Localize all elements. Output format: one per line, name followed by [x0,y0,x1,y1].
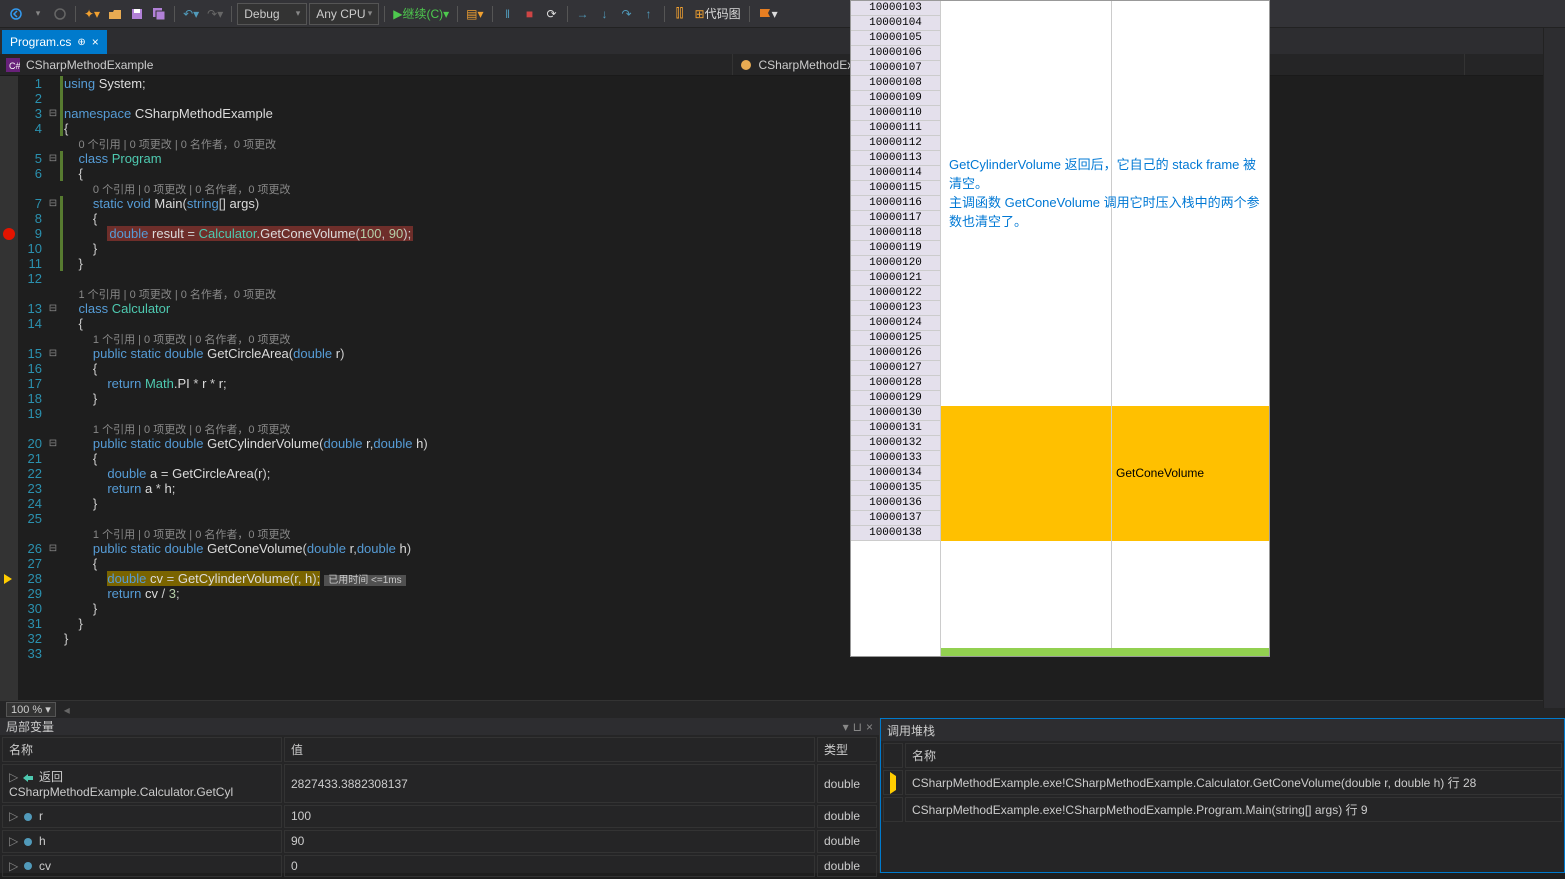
open-icon[interactable] [105,3,125,25]
var-icon [21,771,35,785]
locals-close-icon[interactable]: × [866,720,873,734]
locals-row[interactable]: ▷r100double [2,805,877,828]
locals-dropdown-icon[interactable]: ▾ [843,720,849,734]
memory-addresses: 1000010310000104100001051000010610000107… [851,1,941,656]
save-all-icon[interactable] [149,3,169,25]
step-over-icon[interactable]: ↷ [617,3,637,25]
save-icon[interactable] [127,3,147,25]
stop-icon[interactable]: ■ [520,3,540,25]
fold-gutter[interactable]: ⊟⊟⊟⊟⊟⊟⊟ [46,76,60,700]
col-type[interactable]: 类型 [817,737,877,762]
step-out-icon[interactable]: ↑ [639,3,659,25]
current-frame-icon [890,772,896,794]
var-icon [21,859,35,873]
platform-select[interactable]: Any CPU [309,3,379,25]
restart-icon[interactable]: ⟳ [542,3,562,25]
nav-back-icon[interactable] [6,3,26,25]
nav-scope-label: CSharpMethodExample [26,58,153,72]
var-icon [21,810,35,824]
show-next-icon[interactable]: → [573,3,593,25]
breakpoint-gutter[interactable] [0,76,18,700]
cs-col-name[interactable]: 名称 [905,743,1562,768]
locals-title: 局部变量 [6,718,54,735]
config-select[interactable]: Debug [237,3,307,25]
callstack-panel: 调用堆栈 名称 CSharpMethodExample.exe!CSharpMe… [880,718,1565,873]
flag-icon[interactable]: ▾ [755,3,781,25]
nav-dropdown-icon[interactable]: ▾ [28,3,48,25]
callstack-header: 调用堆栈 [881,719,1564,741]
new-item-icon[interactable]: ✦▾ [81,3,103,25]
callstack-title: 调用堆栈 [887,722,935,739]
memory-overlay: 1000010310000104100001051000010610000107… [850,0,1270,657]
redo-icon[interactable]: ↷▾ [204,3,226,25]
col-name[interactable]: 名称 [2,737,282,762]
csharp-icon: C# [6,58,20,72]
svg-text:C#: C# [9,61,20,71]
continue-button[interactable]: ▶ 继续(C) ▾ [390,3,452,25]
locals-row[interactable]: ▷h90double [2,830,877,853]
stack-icon[interactable]: ⫿⫿ [670,3,690,25]
right-sidebar[interactable] [1543,28,1565,708]
code-editor[interactable]: 1234567891011121314151617181920212223242… [0,76,1565,700]
locals-row[interactable]: ▷cv0double [2,855,877,878]
nav-bar: C# CSharpMethodExample CSharpMethodExamp… [0,54,1565,76]
file-tabs: Program.cs ⊕ × [0,28,1565,54]
zoom-bar: 100 % ▾ ◂ [0,700,1565,718]
code-area[interactable]: using System;namespace CSharpMethodExamp… [60,76,1565,700]
nav-scope[interactable]: C# CSharpMethodExample [0,54,733,75]
memory-annotation: GetCylinderVolume 返回后，它自己的 stack frame 被… [945,151,1265,235]
memory-content: GetConeVolume GetCylinderVolume 返回后，它自己的 … [941,1,1269,656]
var-icon [21,835,35,849]
undo-icon[interactable]: ↶▾ [180,3,202,25]
locals-panel: 局部变量 ▾ ⊔ × 名称 值 类型 ▷返回 CSharpMethodExample… [0,718,879,873]
step-into-icon[interactable]: ↓ [595,3,615,25]
file-tab[interactable]: Program.cs ⊕ × [2,30,107,54]
col-value[interactable]: 值 [284,737,815,762]
locals-row[interactable]: ▷返回 CSharpMethodExample.Calculator.GetCy… [2,764,877,803]
codemap-label: 代码图 [705,5,741,22]
tab-label: Program.cs [10,35,71,49]
scroll-left-icon[interactable]: ◂ [64,703,70,717]
class-icon [739,58,753,72]
locals-pin-icon[interactable]: ⊔ [853,720,862,734]
continue-label: 继续(C) [402,5,443,22]
locals-header: 局部变量 ▾ ⊔ × [0,718,879,735]
pause-icon[interactable]: ‖ [498,3,518,25]
callstack-row[interactable]: CSharpMethodExample.exe!CSharpMethodExam… [883,770,1562,795]
main-toolbar: ▾ ✦▾ ↶▾ ↷▾ Debug Any CPU ▶ 继续(C) ▾ ▤▾ ‖ … [0,0,1565,28]
zoom-select[interactable]: 100 % ▾ [6,702,56,717]
close-icon[interactable]: × [92,35,99,49]
pin-icon[interactable]: ⊕ [77,37,85,48]
callstack-row[interactable]: CSharpMethodExample.exe!CSharpMethodExam… [883,797,1562,822]
nav-forward-icon[interactable] [50,3,70,25]
codemap-button[interactable]: ⊞ 代码图 [692,3,744,25]
process-icon[interactable]: ▤▾ [463,3,486,25]
callstack-table: 名称 CSharpMethodExample.exe!CSharpMethodE… [881,741,1564,824]
line-numbers: 1234567891011121314151617181920212223242… [18,76,46,700]
locals-table: 名称 值 类型 ▷返回 CSharpMethodExample.Calculat… [0,735,879,879]
stack-frame-label: GetConeVolume [1116,466,1204,480]
